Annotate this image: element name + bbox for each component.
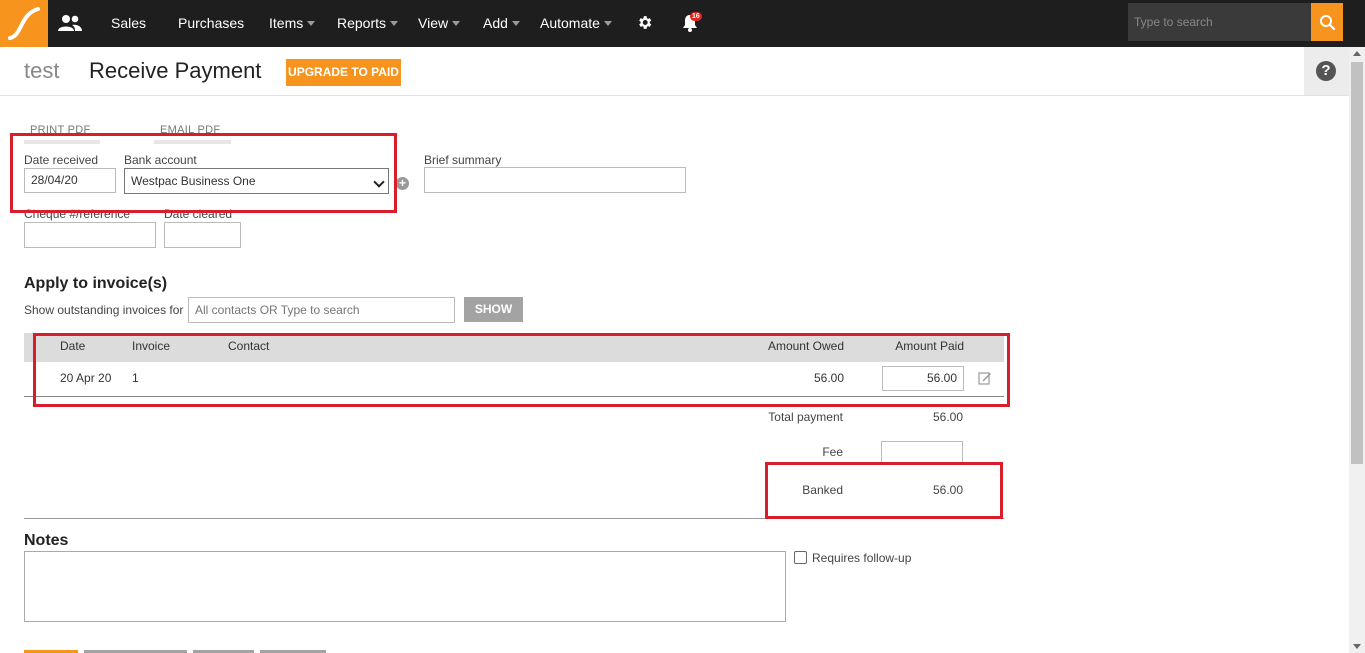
scrollbar-thumb[interactable] [1351, 62, 1363, 464]
show-button[interactable]: SHOW [464, 297, 523, 322]
nav-add-label: Add [483, 15, 508, 31]
chevron-down-icon [390, 21, 399, 26]
search-button[interactable] [1311, 3, 1343, 41]
nav-sales[interactable]: Sales [111, 0, 146, 47]
notes-heading: Notes [24, 532, 69, 549]
logo-swoosh-icon [8, 7, 40, 40]
org-name[interactable]: test [24, 58, 59, 84]
total-payment-label: Total payment [768, 410, 843, 424]
contacts-icon[interactable] [58, 13, 82, 36]
nav-view[interactable]: View [418, 0, 461, 47]
nav-reports[interactable]: Reports [337, 0, 399, 47]
gear-icon[interactable] [636, 14, 653, 34]
page-title: Receive Payment [89, 58, 262, 83]
search-input[interactable] [1128, 3, 1311, 41]
annotation-box-banked [765, 462, 1003, 519]
help-icon[interactable]: ? [1316, 61, 1336, 81]
scroll-down-icon[interactable] [1353, 644, 1361, 649]
notification-badge: 16 [690, 12, 702, 21]
brief-summary-input[interactable] [424, 167, 686, 193]
show-outstanding-label: Show outstanding invoices for [24, 303, 184, 317]
cheque-reference-input[interactable] [24, 222, 156, 248]
header-divider [0, 95, 1349, 96]
total-payment-value: 56.00 [932, 410, 963, 424]
app-logo[interactable] [0, 0, 48, 47]
nav-view-label: View [418, 15, 449, 31]
add-bank-account-icon[interactable]: + [396, 177, 409, 190]
upgrade-button[interactable]: UPGRADE TO PAID [286, 59, 401, 86]
notes-textarea[interactable] [24, 551, 786, 622]
chevron-down-icon [511, 21, 520, 26]
fee-label: Fee [822, 445, 843, 459]
annotation-box-invoice-row [33, 333, 1010, 407]
nav-add[interactable]: Add [483, 0, 520, 47]
nav-automate[interactable]: Automate [540, 0, 612, 47]
chevron-down-icon [452, 21, 461, 26]
search-icon [1320, 15, 1336, 31]
nav-reports-label: Reports [337, 15, 387, 31]
date-cleared-input[interactable] [164, 222, 241, 248]
nav-purchases[interactable]: Purchases [178, 0, 244, 47]
requires-follow-up-checkbox[interactable] [794, 551, 807, 564]
nav-items-label: Items [269, 15, 304, 31]
chevron-down-icon [307, 21, 316, 26]
apply-invoices-heading: Apply to invoice(s) [24, 275, 168, 292]
nav-items[interactable]: Items [269, 0, 316, 47]
nav-automate-label: Automate [540, 15, 600, 31]
contacts-search-input[interactable] [188, 297, 455, 323]
chevron-down-icon [603, 21, 612, 26]
annotation-box-date-bank [10, 133, 397, 213]
brief-summary-label: Brief summary [424, 153, 502, 167]
scroll-up-icon[interactable] [1353, 51, 1361, 56]
requires-follow-up-label: Requires follow-up [812, 551, 912, 565]
